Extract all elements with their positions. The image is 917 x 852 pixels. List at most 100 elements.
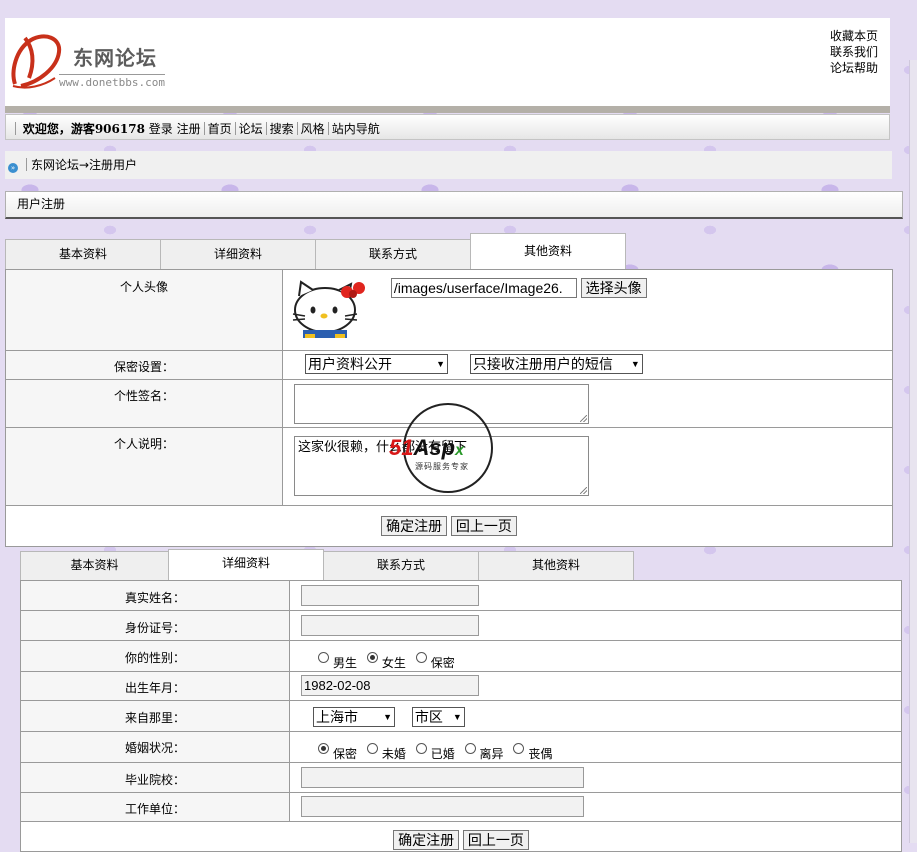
nav-separator <box>327 122 329 135</box>
marital-radio-married[interactable] <box>415 743 427 754</box>
header-divider <box>5 106 890 113</box>
city-select[interactable]: 上海市 ▼ <box>313 707 395 727</box>
form-row: 身份证号： <box>20 610 902 641</box>
back-button[interactable]: 回上一页 <box>450 516 517 536</box>
tab-basic-info[interactable]: 基本资料 <box>20 551 169 580</box>
submit-register-button[interactable]: 确定注册 <box>393 830 460 850</box>
realname-label: 真实姓名： <box>20 580 290 611</box>
watermark-brand: 51Aspx <box>389 435 464 461</box>
avatar-cell: /images/userface/Image26. 选择头像 <box>282 269 893 351</box>
watermark-slogan: 源码服务专家 <box>415 462 469 471</box>
back-button[interactable]: 回上一页 <box>462 830 529 850</box>
top-links: 收藏本页 联系我们 论坛帮助 <box>830 28 878 76</box>
resize-grip-icon[interactable] <box>580 415 587 422</box>
window-scrollbar[interactable] <box>909 60 917 843</box>
school-cell <box>289 762 902 793</box>
tab-detail-info[interactable]: 详细资料 <box>168 549 324 581</box>
logo-title: 东网论坛 <box>73 46 157 70</box>
gender-radio-female[interactable] <box>366 652 378 663</box>
form-row: 保密设置： 用户资料公开 ▼ 只接收注册用户的短信 ▼ <box>5 350 893 380</box>
privacy-select[interactable]: 用户资料公开 ▼ <box>305 354 448 374</box>
nav-search[interactable]: 搜索 <box>270 122 294 136</box>
watermark-logo: 51Aspx 源码服务专家 <box>389 403 493 493</box>
realname-input[interactable] <box>301 585 479 606</box>
district-select-value: 市区 <box>414 709 443 725</box>
form-row: 真实姓名： <box>20 580 902 611</box>
school-input[interactable] <box>301 767 584 788</box>
marital-option-label: 已婚 <box>430 747 455 761</box>
gender-option-label: 保密 <box>430 656 455 670</box>
bookmark-link[interactable]: 收藏本页 <box>830 28 878 44</box>
register-link[interactable]: 注册 <box>177 122 201 136</box>
signature-label: 个性签名： <box>5 379 283 428</box>
birthday-label: 出生年月： <box>20 671 290 701</box>
idcard-label: 身份证号： <box>20 610 290 641</box>
logo-url: www.donetbbs.com <box>59 74 165 89</box>
tab-other-info[interactable]: 其他资料 <box>478 551 634 580</box>
privacy-select-value: 用户资料公开 <box>308 356 392 372</box>
marital-radio-secret[interactable] <box>318 743 329 754</box>
marital-option-label: 未婚 <box>381 747 406 761</box>
submit-register-button[interactable]: 确定注册 <box>381 516 448 536</box>
message-select[interactable]: 只接收注册用户的短信 ▼ <box>469 354 643 374</box>
birthday-input[interactable]: 1982-02-08 <box>301 675 479 696</box>
form-actions: 确定注册 回上一页 <box>5 505 893 547</box>
nav-style[interactable]: 风格 <box>301 122 325 136</box>
login-link[interactable]: 登录 <box>149 122 173 136</box>
welcome-text: 欢迎您，游客906178 <box>22 122 145 136</box>
company-input[interactable] <box>301 796 584 817</box>
watermark-brand-red: 51 <box>389 435 414 460</box>
form-row: 确定注册 回上一页 <box>20 821 902 852</box>
privacy-cell: 用户资料公开 ▼ 只接收注册用户的短信 ▼ <box>282 350 893 380</box>
privacy-label: 保密设置： <box>5 350 283 380</box>
form-row: 出生年月： 1982-02-08 <box>20 671 902 701</box>
form-row: 毕业院校： <box>20 762 902 793</box>
tab-contact[interactable]: 联系方式 <box>323 551 479 580</box>
tab-detail-info[interactable]: 详细资料 <box>160 239 316 269</box>
realname-cell <box>289 580 902 611</box>
district-select[interactable]: 市区 ▼ <box>411 707 465 727</box>
marital-radio-divorced[interactable] <box>464 743 476 754</box>
city-select-value: 上海市 <box>316 709 358 725</box>
marital-radio-single[interactable] <box>366 743 378 754</box>
choose-avatar-button[interactable]: 选择头像 <box>580 278 647 298</box>
breadcrumb-text[interactable]: 东网论坛→注册用户 <box>31 158 137 172</box>
chevron-down-icon: ▼ <box>452 712 462 722</box>
tab-contact[interactable]: 联系方式 <box>315 239 471 269</box>
nav-site-guide[interactable]: 站内导航 <box>332 122 380 136</box>
form-actions: 确定注册 回上一页 <box>20 821 902 852</box>
gender-radio-male[interactable] <box>318 652 329 663</box>
intro-cell: 这家伙很赖，什么都没有留下 <box>282 427 893 506</box>
section-title: 用户注册 <box>5 191 903 219</box>
nav-home[interactable]: 首页 <box>208 122 232 136</box>
form-row: 婚姻状况： 保密 未婚 已婚 离异 丧偶 <box>20 731 902 763</box>
tab-bar-1: 基本资料 详细资料 联系方式 其他资料 <box>5 233 893 270</box>
form-row: 个人头像 /images/userface/Image26. 选择头像 <box>5 269 893 351</box>
avatar-path-input[interactable]: /images/userface/Image26. <box>390 278 577 298</box>
form-row: 你的性别： 男生 女生 保密 <box>20 640 902 672</box>
gender-radio-secret[interactable] <box>415 652 427 663</box>
watermark-brand-green: x <box>455 442 464 459</box>
marital-cell: 保密 未婚 已婚 离异 丧偶 <box>289 731 902 763</box>
tab-basic-info[interactable]: 基本资料 <box>5 239 161 269</box>
idcard-cell <box>289 610 902 641</box>
help-link[interactable]: 论坛帮助 <box>830 60 878 76</box>
breadcrumb: » 东网论坛→注册用户 <box>5 151 892 179</box>
detail-info-form: 真实姓名： 身份证号： 你的性别： 男生 女生 保密 出生年月： 1982-02… <box>20 580 902 852</box>
nav-separator <box>15 122 16 135</box>
marital-radio-widowed[interactable] <box>513 743 525 754</box>
resize-grip-icon[interactable] <box>580 487 587 494</box>
tab-other-info[interactable]: 其他资料 <box>470 233 626 270</box>
company-label: 工作单位： <box>20 792 290 822</box>
contact-link[interactable]: 联系我们 <box>830 44 878 60</box>
avatar-image <box>291 278 373 340</box>
nav-forum[interactable]: 论坛 <box>239 122 263 136</box>
gender-option-label: 女生 <box>381 656 406 670</box>
nav-bar: 欢迎您，游客906178 登录 注册 首页 论坛 搜索 风格 站内导航 <box>5 114 890 140</box>
company-cell <box>289 792 902 822</box>
birthday-cell: 1982-02-08 <box>289 671 902 701</box>
idcard-input[interactable] <box>301 615 479 636</box>
logo-icon[interactable] <box>9 32 65 90</box>
chevron-down-icon: ▼ <box>630 359 640 369</box>
watermark-brand-black: Asp <box>413 435 456 460</box>
